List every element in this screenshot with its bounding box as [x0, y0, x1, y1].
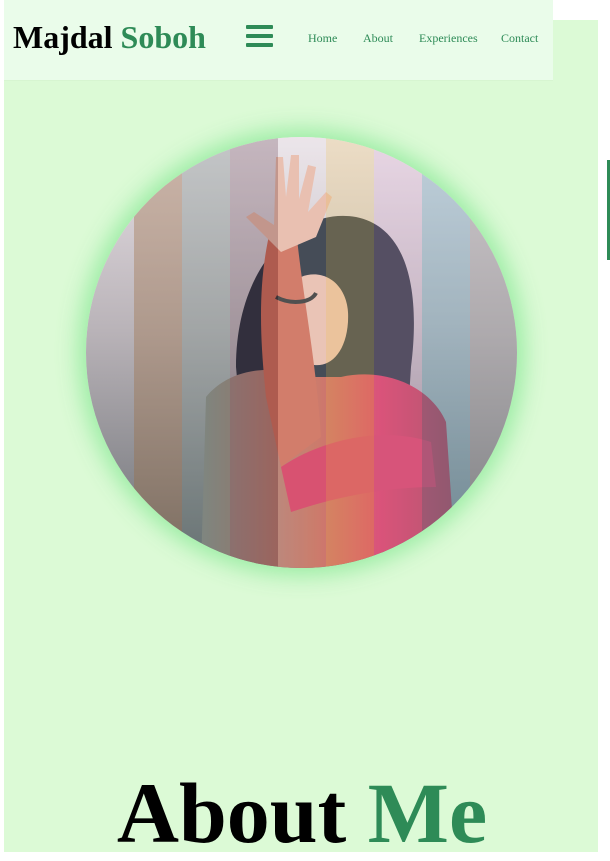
- nav-link-about[interactable]: About: [363, 31, 393, 46]
- navbar: Majdal Soboh Home About Experiences Cont…: [4, 0, 553, 80]
- profile-photo: [86, 137, 517, 568]
- nav-link-contact[interactable]: Contact: [501, 31, 538, 46]
- hamburger-bar: [246, 25, 273, 29]
- nav-link-experiences[interactable]: Experiences: [419, 31, 478, 46]
- hamburger-bar: [246, 34, 273, 38]
- me-word: Me: [367, 765, 488, 861]
- about-word: About: [116, 765, 347, 861]
- hamburger-menu-icon[interactable]: [246, 25, 274, 49]
- brand-logo[interactable]: Majdal Soboh: [13, 18, 206, 56]
- brand-first-name: Majdal: [13, 19, 113, 55]
- hamburger-bar: [246, 43, 273, 47]
- brand-last-name: Soboh: [120, 19, 206, 55]
- nav-link-home[interactable]: Home: [308, 31, 337, 46]
- about-me-heading: About Me: [0, 765, 604, 861]
